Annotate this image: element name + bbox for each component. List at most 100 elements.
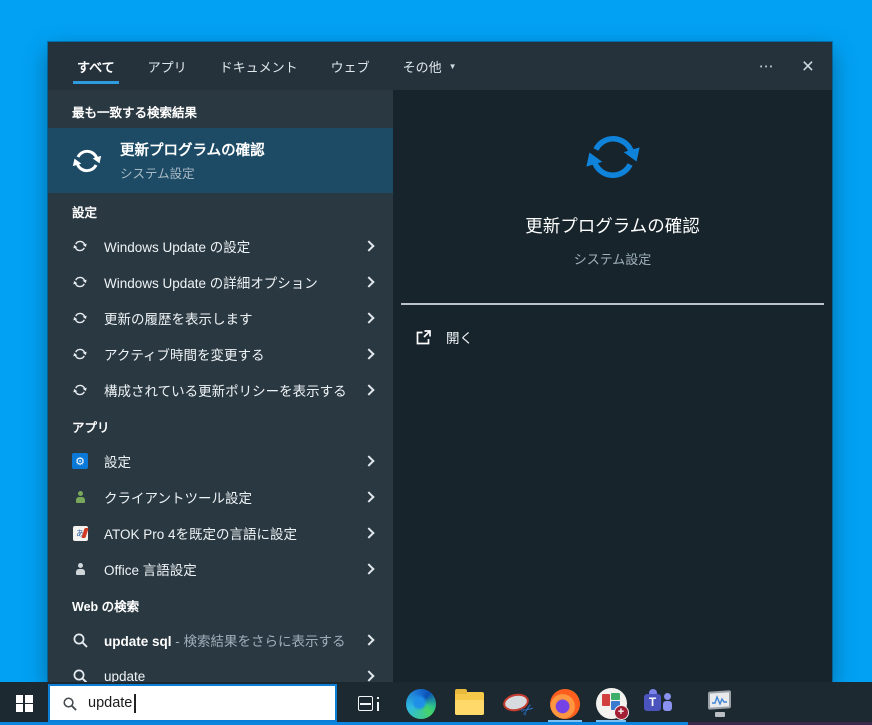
task-view-button[interactable] — [345, 682, 393, 725]
sync-icon — [72, 310, 88, 326]
firefox-taskbar-button[interactable] — [541, 682, 589, 725]
tab-apps[interactable]: アプリ — [146, 42, 189, 90]
firefox-icon — [550, 688, 580, 719]
tab-all[interactable]: すべて — [73, 42, 119, 90]
badged-app-taskbar-button[interactable]: + — [589, 682, 633, 725]
close-button[interactable]: × — [802, 56, 814, 77]
result-label: 更新の履歴を表示します — [104, 312, 253, 327]
teams-icon: T — [642, 688, 672, 718]
result-windows-update-settings[interactable]: Windows Update の設定 — [48, 228, 393, 264]
result-app-settings[interactable]: ⚙ 設定 — [48, 443, 393, 479]
preview-title: 更新プログラムの確認 — [525, 216, 700, 236]
start-button[interactable] — [0, 682, 48, 725]
tab-documents[interactable]: ドキュメント — [218, 42, 300, 90]
best-match-result[interactable]: 更新プログラムの確認 システム設定 — [48, 128, 393, 193]
tab-apps-label: アプリ — [147, 59, 187, 75]
chevron-down-icon: ▼ — [448, 61, 457, 71]
search-panels: 最も一致する検索結果 更新プログラムの確認 システム設定 設定 Windows … — [48, 90, 832, 682]
search-query-text: update — [88, 695, 133, 711]
tab-more[interactable]: その他 ▼ — [401, 42, 459, 90]
teams-taskbar-button[interactable]: T — [633, 682, 681, 725]
desktop: すべて アプリ ドキュメント ウェブ その他 ▼ ⋯ × 最も一致する検索結果 … — [0, 0, 872, 725]
tab-list: すべて アプリ ドキュメント ウェブ その他 ▼ — [73, 42, 459, 90]
result-label: update sql - 検索結果をさらに表示する — [104, 634, 346, 649]
chevron-right-icon[interactable] — [363, 670, 375, 682]
best-match-text: 更新プログラムの確認 システム設定 — [120, 139, 265, 182]
tab-all-label: すべて — [77, 59, 115, 75]
chevron-right-icon[interactable] — [363, 348, 375, 360]
task-view-icon — [358, 695, 380, 712]
chevron-right-icon[interactable] — [363, 563, 375, 575]
result-windows-update-advanced[interactable]: Windows Update の詳細オプション — [48, 264, 393, 300]
best-match-header: 最も一致する検索結果 — [72, 106, 198, 120]
text-cursor — [134, 693, 136, 713]
chevron-right-icon[interactable] — [363, 384, 375, 396]
app-plus-badge-icon: + — [595, 688, 629, 720]
tab-more-label: その他 — [402, 59, 442, 75]
preview-summary: 更新プログラムの確認 システム設定 — [393, 90, 832, 268]
result-label: Office 言語設定 — [104, 563, 197, 578]
office-icon — [72, 561, 88, 577]
chevron-right-icon[interactable] — [363, 455, 375, 467]
result-update-policies[interactable]: 構成されている更新ポリシーを表示する — [48, 372, 393, 408]
preview-subtitle: システム設定 — [573, 252, 652, 267]
result-label: アクティブ時間を変更する — [104, 348, 265, 363]
result-active-hours[interactable]: アクティブ時間を変更する — [48, 336, 393, 372]
file-explorer-taskbar-button[interactable] — [445, 682, 493, 725]
windows-logo — [15, 695, 33, 712]
taskbar-icons: ✂ + T — [337, 682, 743, 725]
search-filter-tabs-bar: すべて アプリ ドキュメント ウェブ その他 ▼ ⋯ × — [48, 42, 832, 90]
performance-monitor-icon — [704, 690, 734, 717]
result-app-client-tools[interactable]: クライアントツール設定 — [48, 479, 393, 515]
snipping-tool-icon: ✂ — [501, 690, 538, 721]
section-header-apps: アプリ — [72, 421, 110, 435]
sync-icon — [581, 125, 645, 189]
best-match-subtitle: システム設定 — [120, 167, 195, 181]
search-icon — [63, 696, 77, 711]
result-label: update — [104, 668, 146, 683]
chevron-right-icon[interactable] — [363, 634, 375, 646]
atok-icon: あ — [72, 525, 88, 541]
snipping-tool-taskbar-button[interactable]: ✂ — [493, 682, 541, 725]
result-label: ATOK Pro 4を既定の言語に設定 — [104, 527, 298, 542]
preview-separator — [401, 303, 824, 305]
chevron-right-icon[interactable] — [363, 527, 375, 539]
settings-gear-icon: ⚙ — [72, 453, 88, 469]
running-indicator — [548, 719, 582, 722]
best-match-title: 更新プログラムの確認 — [120, 143, 265, 159]
sync-icon — [72, 274, 88, 290]
sync-icon — [72, 346, 88, 362]
client-tools-icon — [72, 489, 88, 505]
edge-taskbar-button[interactable] — [397, 682, 445, 725]
result-web-update-sql[interactable]: update sql - 検索結果をさらに表示する — [48, 622, 393, 658]
search-results-window: すべて アプリ ドキュメント ウェブ その他 ▼ ⋯ × 最も一致する検索結果 … — [48, 42, 832, 682]
results-list-panel: 最も一致する検索結果 更新プログラムの確認 システム設定 設定 Windows … — [48, 90, 393, 682]
tab-web[interactable]: ウェブ — [329, 42, 372, 90]
section-header-web: Web の検索 — [72, 600, 140, 614]
tab-web-label: ウェブ — [330, 59, 370, 75]
result-update-history[interactable]: 更新の履歴を表示します — [48, 300, 393, 336]
result-web-update[interactable]: update — [48, 658, 393, 682]
taskbar: update ✂ + T — [0, 682, 872, 725]
taskbar-search-input[interactable]: update — [48, 684, 337, 722]
section-header-settings: 設定 — [72, 206, 98, 220]
chevron-right-icon[interactable] — [363, 276, 375, 288]
open-action[interactable]: 開く — [415, 321, 832, 353]
file-explorer-icon — [454, 689, 484, 715]
result-label: クライアントツール設定 — [104, 491, 252, 506]
sync-icon — [71, 149, 103, 172]
chevron-right-icon[interactable] — [363, 491, 375, 503]
chevron-right-icon[interactable] — [363, 312, 375, 324]
more-options-button[interactable]: ⋯ — [759, 59, 776, 74]
chevron-right-icon[interactable] — [363, 240, 375, 252]
performance-monitor-taskbar-button[interactable] — [695, 682, 743, 725]
result-app-office-language[interactable]: Office 言語設定 — [48, 551, 393, 587]
result-label: 構成されている更新ポリシーを表示する — [104, 384, 347, 399]
open-external-icon — [416, 329, 431, 344]
result-app-atok[interactable]: あ ATOK Pro 4を既定の言語に設定 — [48, 515, 393, 551]
tab-documents-label: ドキュメント — [219, 59, 298, 75]
sync-icon — [72, 382, 88, 398]
result-label: 設定 — [104, 455, 131, 470]
running-indicator — [596, 719, 626, 722]
preview-panel: 更新プログラムの確認 システム設定 開く — [393, 90, 832, 682]
